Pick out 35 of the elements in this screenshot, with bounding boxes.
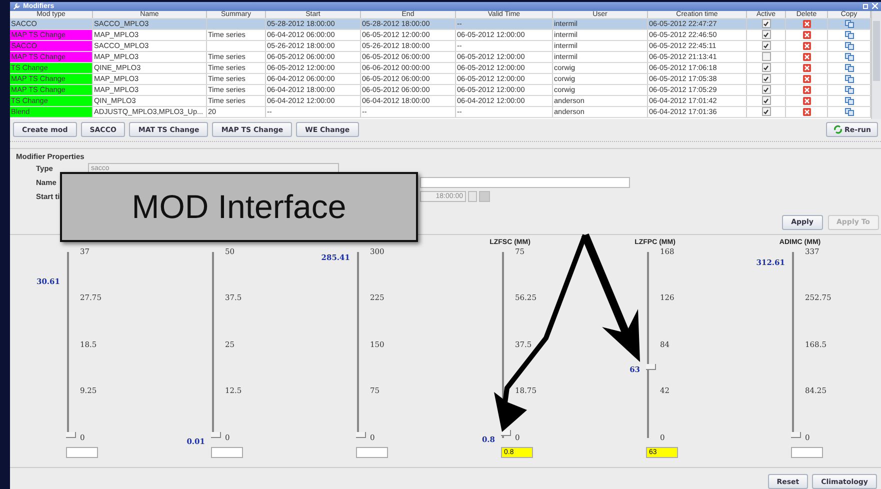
value-field[interactable] [791, 446, 823, 458]
slider-thumb[interactable] [791, 432, 801, 438]
checkbox[interactable] [762, 74, 770, 84]
delete-icon[interactable] [802, 74, 810, 83]
value-field[interactable] [66, 446, 98, 458]
slider-thumb[interactable] [501, 430, 511, 436]
value-field[interactable] [356, 446, 388, 458]
checkbox[interactable] [762, 30, 770, 40]
value-field[interactable] [211, 446, 243, 458]
checkbox[interactable] [762, 96, 770, 106]
name-field[interactable] [420, 177, 630, 188]
slider-thumb[interactable] [66, 432, 76, 438]
slider-thumb[interactable] [211, 432, 221, 438]
restore-icon[interactable] [863, 3, 869, 10]
delete-icon[interactable] [802, 64, 810, 72]
delete-icon[interactable] [802, 42, 810, 50]
checkbox[interactable] [762, 19, 770, 28]
wrench-icon [13, 2, 20, 10]
delete-icon[interactable] [802, 30, 810, 39]
close-icon[interactable] [872, 3, 878, 10]
checkbox[interactable] [762, 52, 770, 62]
delete-icon[interactable] [802, 96, 810, 105]
delete-icon[interactable] [802, 20, 810, 28]
checkbox[interactable] [762, 63, 770, 72]
delete-icon[interactable] [802, 108, 810, 116]
scroll-bar[interactable] [871, 10, 881, 119]
delete-icon[interactable] [802, 52, 810, 61]
checkbox[interactable] [762, 85, 770, 94]
callout-label: MOD Interface [60, 172, 418, 242]
delete-icon[interactable] [802, 86, 810, 94]
checkbox[interactable] [762, 107, 770, 116]
refresh-icon [832, 125, 843, 134]
slider-thumb[interactable] [356, 432, 366, 438]
checkbox[interactable] [762, 41, 770, 50]
slider-thumb[interactable] [646, 364, 656, 370]
